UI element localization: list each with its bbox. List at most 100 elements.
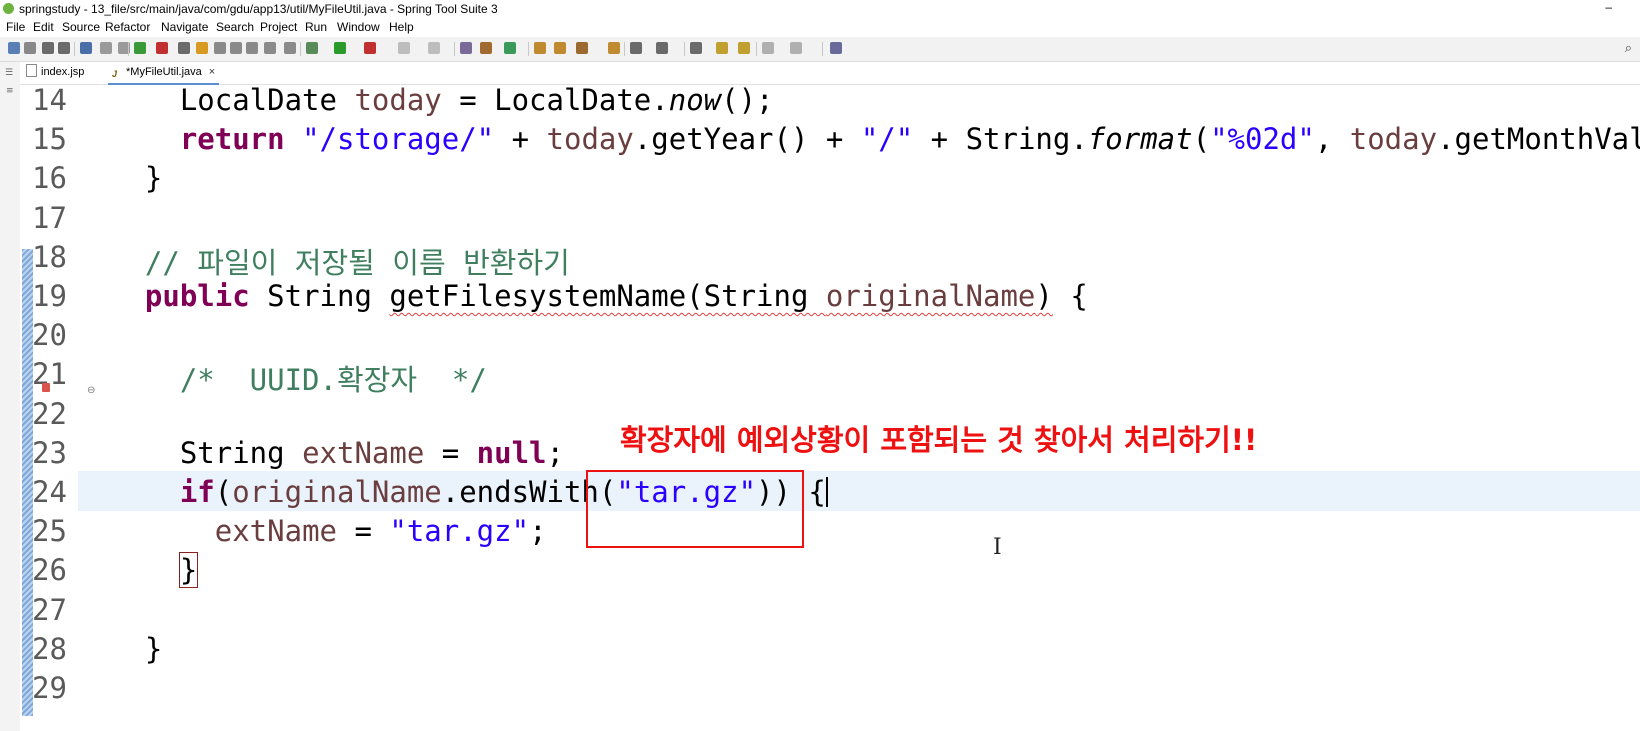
code-token: "/storage/" [302,122,495,157]
toolbar-button-icon[interactable] [80,42,92,54]
toolbar-button-icon[interactable] [460,42,472,54]
menu-help[interactable]: Help [389,20,414,34]
toolbar-button-icon[interactable] [264,42,276,54]
package-explorer-icon[interactable]: ☰ [5,68,13,78]
menu-navigate[interactable]: Navigate [161,20,208,34]
code-line[interactable]: } [110,552,199,589]
code-token: ; [546,435,564,470]
code-token: + String. [913,122,1088,157]
code-token: } [178,552,199,589]
toolbar-separator [74,42,75,56]
fold-toggle-icon[interactable]: ⊖ [87,385,95,396]
code-token: // 파일이 저장될 이름 반환하기 [110,245,570,280]
toolbar-button-icon[interactable] [656,42,668,54]
line-number: 24 [32,475,67,509]
toolbar-button-icon[interactable] [608,42,620,54]
code-token: (); [721,85,774,117]
code-line[interactable]: return "/storage/" + today.getYear() + "… [110,122,1640,156]
toolbar-button-icon[interactable] [398,42,410,54]
code-line[interactable]: // 파일이 저장될 이름 반환하기 [110,240,570,282]
code-line[interactable]: /* UUID.확장자 */ [110,357,487,399]
menu-edit[interactable]: Edit [33,20,54,34]
line-number: 21 [32,357,67,392]
code-token: null [476,435,547,470]
menu-run[interactable]: Run [305,20,327,34]
toolbar-separator [528,42,529,56]
code-token: if [179,475,215,509]
toolbar-button-icon[interactable] [196,42,208,54]
tab-label: index.jsp [41,66,85,78]
code-token: today [546,122,634,157]
code-line[interactable]: extName = "tar.gz"; [110,514,547,548]
toolbar-button-icon[interactable] [306,42,318,54]
code-line[interactable]: LocalDate today = LocalDate.now(); [110,85,774,117]
toolbar-button-icon[interactable] [178,42,190,54]
toolbar-button-icon[interactable] [690,42,702,54]
menu-window[interactable]: Window [337,20,380,34]
menu-source[interactable]: Source [62,20,100,34]
toolbar-button-icon[interactable] [534,42,546,54]
line-number: 17 [32,200,67,235]
code-line[interactable]: String extName = null; [110,436,564,470]
code-token: ) [1035,279,1053,313]
ibeam-cursor-icon: I [993,535,1002,560]
toolbar-button-icon[interactable] [738,42,750,54]
warning-marker-icon[interactable] [42,383,50,392]
code-token: + [494,122,547,157]
toolbar-button-icon[interactable] [246,42,258,54]
menu-refactor[interactable]: Refactor [105,20,150,34]
toolbar-button-icon[interactable] [134,42,146,54]
toolbar-button-icon[interactable] [8,42,20,54]
code-line[interactable]: } [110,632,162,666]
toolbar-button-icon[interactable] [24,42,36,54]
code-token: , [1314,122,1350,157]
code-line[interactable]: } [110,161,162,195]
toolbar-button-icon[interactable] [58,42,70,54]
line-number: 15 [32,122,67,157]
toolbar-button-icon[interactable] [364,42,376,54]
toolbar-button-icon[interactable] [230,42,242,54]
toolbar-button-icon[interactable] [790,42,802,54]
toolbar-button-icon[interactable] [42,42,54,54]
minimize-button[interactable]: – [1605,0,1612,14]
toolbar-button-icon[interactable] [284,42,296,54]
menu-project[interactable]: Project [260,20,297,34]
toolbar-button-icon[interactable] [156,42,168,54]
line-number: 16 [32,161,67,196]
code-token: { [1052,279,1088,313]
toolbar-separator [684,42,685,56]
text-caret [825,477,828,507]
toolbar-button-icon[interactable] [554,42,566,54]
toolbar-button-icon[interactable] [576,42,588,54]
line-number: 29 [32,671,67,705]
toolbar-button-icon[interactable] [762,42,774,54]
outline-icon[interactable]: ≡ [6,86,14,96]
toolbar-separator [756,42,757,56]
menu-file[interactable]: File [6,20,25,34]
code-token: today [1349,122,1438,157]
toolbar-button-icon[interactable] [504,42,516,54]
search-icon[interactable]: ⌕ [1625,41,1632,56]
toolbar-button-icon[interactable] [830,42,842,54]
tab-myfileutil-java[interactable]: J *MyFileUtil.java × [108,62,220,85]
toolbar-button-icon[interactable] [214,42,226,54]
menu-search[interactable]: Search [216,20,254,34]
close-icon[interactable]: × [209,66,215,78]
code-token: extName [214,514,337,549]
line-number: 25 [32,514,67,549]
toolbar-button-icon[interactable] [334,42,346,54]
main-toolbar: ⌕ [0,37,1640,62]
code-line[interactable]: public String getFilesystemName(String o… [110,279,1088,313]
tab-index-jsp[interactable]: index.jsp [26,62,84,83]
code-editor[interactable]: 14 15 16 17 18 19 20 21 22 23 24 25 26 27 28 29 LocalDa… [20,85,1640,731]
editor-tab-bar: index.jsp J *MyFileUtil.java × [20,62,1640,85]
toolbar-button-icon[interactable] [480,42,492,54]
toolbar-button-icon[interactable] [100,42,112,54]
toolbar-button-icon[interactable] [716,42,728,54]
toolbar-button-icon[interactable] [428,42,440,54]
line-number: 19 [32,279,67,313]
toolbar-button-icon[interactable] [630,42,642,54]
